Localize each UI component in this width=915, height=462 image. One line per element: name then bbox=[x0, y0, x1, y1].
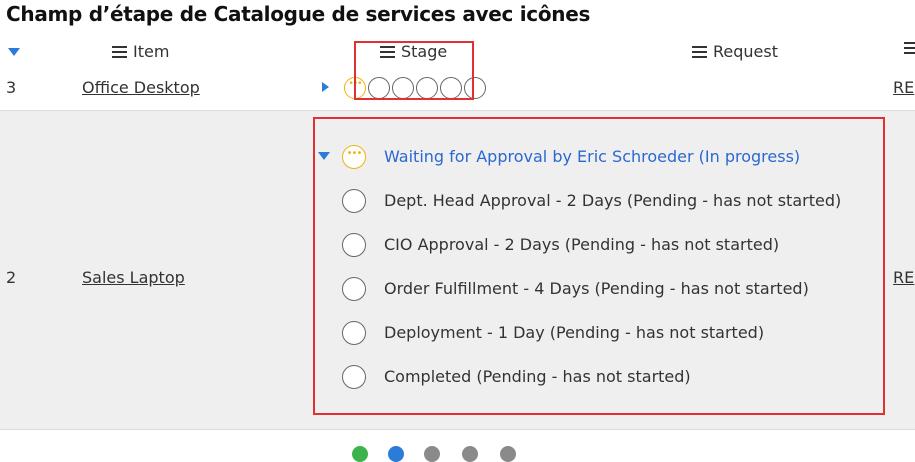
page-title: Champ d’étape de Catalogue de services a… bbox=[6, 2, 591, 26]
column-label: Request bbox=[713, 42, 778, 61]
row-number: 2 bbox=[6, 268, 17, 287]
highlight-box-stage-list bbox=[313, 117, 885, 415]
request-link[interactable]: RE bbox=[893, 78, 914, 97]
column-menu-icon[interactable] bbox=[904, 42, 915, 54]
row-number: 3 bbox=[6, 78, 17, 97]
column-label: Item bbox=[133, 42, 170, 61]
item-link[interactable]: Sales Laptop bbox=[82, 268, 185, 287]
column-header-more[interactable] bbox=[904, 42, 915, 54]
status-dot bbox=[424, 446, 440, 462]
status-dot bbox=[388, 446, 404, 462]
request-link[interactable]: RE bbox=[893, 268, 914, 287]
column-menu-icon[interactable] bbox=[692, 45, 707, 58]
status-dot bbox=[352, 446, 368, 462]
item-link[interactable]: Office Desktop bbox=[82, 78, 200, 97]
column-menu-icon[interactable] bbox=[112, 45, 127, 58]
highlight-box-stage-header bbox=[354, 41, 474, 100]
column-header-item[interactable]: Item bbox=[112, 42, 169, 61]
expand-stage-icon[interactable] bbox=[322, 82, 329, 92]
status-dot bbox=[500, 446, 516, 462]
sort-desc-icon[interactable] bbox=[8, 48, 20, 56]
column-header-request[interactable]: Request bbox=[692, 42, 778, 61]
status-dot bbox=[462, 446, 478, 462]
